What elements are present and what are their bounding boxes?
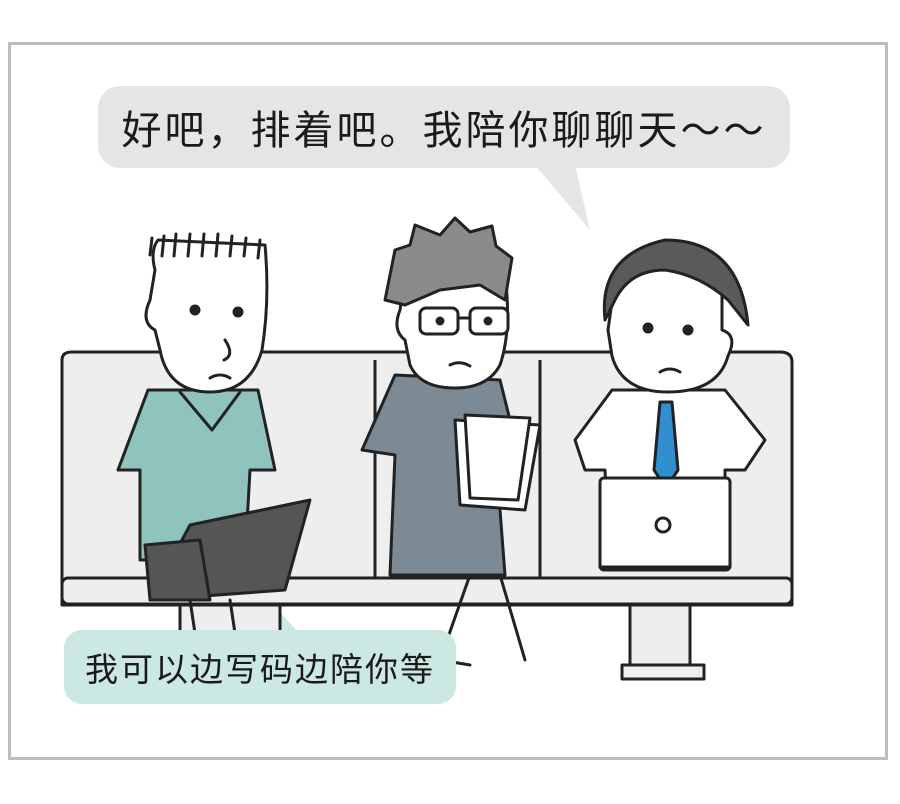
speech-bubble-top: 好吧，排着吧。我陪你聊聊天～～	[98, 86, 790, 168]
speech-text-top: 好吧，排着吧。我陪你聊聊天～～	[121, 108, 767, 154]
bubble-top-tail	[535, 165, 590, 230]
comic-panel: 好吧，排着吧。我陪你聊聊天～～ 我可以边写码边陪你等	[0, 0, 900, 804]
tie	[652, 400, 680, 490]
speech-text-bottom: 我可以边写码边陪你等	[85, 650, 435, 689]
speech-bubble-bottom: 我可以边写码边陪你等	[64, 630, 456, 704]
